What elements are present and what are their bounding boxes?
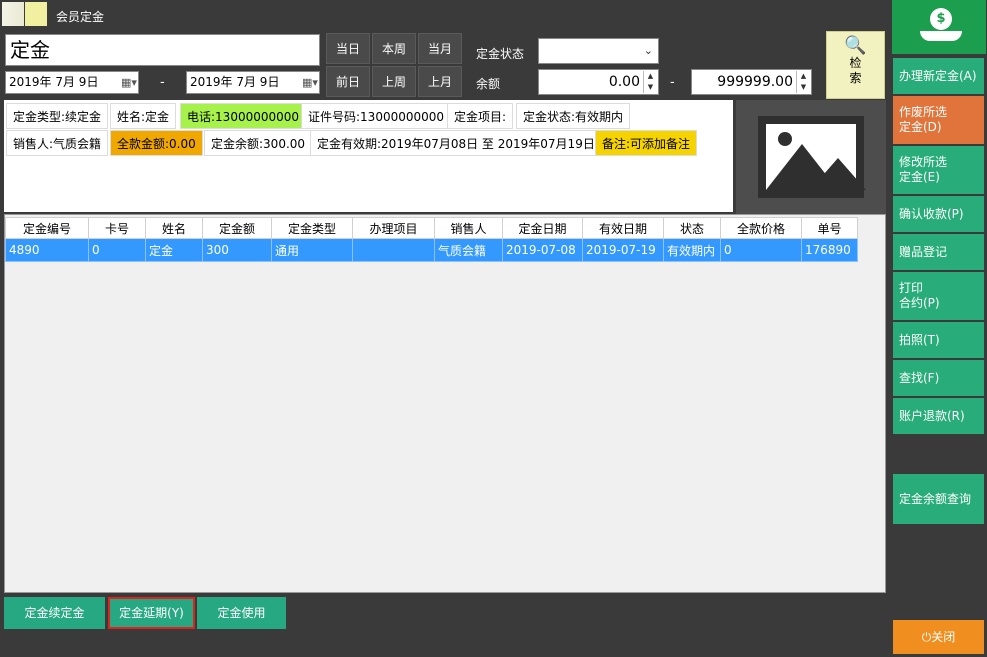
deposit-table: 定金编号 卡号 姓名 定金额 定金类型 办理项目 销售人 定金日期 有效日期 状…: [4, 214, 886, 593]
chevron-down-icon: ⌄: [643, 44, 653, 57]
table-cell: 通用: [271, 238, 353, 262]
gift-register-button[interactable]: 赠品登记: [893, 234, 984, 270]
info-deposit-status: 定金状态:有效期内: [516, 103, 631, 129]
table-cell: 176890: [801, 238, 858, 262]
take-photo-button[interactable]: 拍照(T): [893, 322, 984, 358]
column-header[interactable]: 状态: [663, 217, 721, 239]
column-header[interactable]: 定金日期: [502, 217, 583, 239]
table-cell: 气质会籍: [434, 238, 503, 262]
window-icon-accent: [25, 2, 47, 26]
table-cell: 0: [88, 238, 146, 262]
column-header[interactable]: 卡号: [88, 217, 146, 239]
balance-min-input[interactable]: 0.00 ▲ ▼: [538, 69, 659, 95]
column-header[interactable]: 全款价格: [720, 217, 802, 239]
this-month-button[interactable]: 当月: [418, 33, 462, 64]
table-cell: 4890: [5, 238, 89, 262]
close-button[interactable]: ⏻ 关闭: [893, 620, 984, 654]
balance-label: 余额: [476, 77, 501, 91]
image-placeholder-icon: [758, 116, 866, 198]
confirm-payment-button[interactable]: 确认收款(P): [893, 196, 984, 232]
close-button-label: 关闭: [931, 629, 956, 644]
balance-range-dash: -: [670, 75, 675, 90]
info-deposit-balance: 定金余额:300.00: [204, 130, 313, 156]
info-remark[interactable]: 备注:可添加备注: [595, 130, 698, 156]
info-deposit-item: 定金项目:: [447, 103, 514, 129]
date-from-picker[interactable]: 2019年 7月 9日 ▦▾: [5, 71, 139, 94]
last-week-button[interactable]: 上周: [372, 66, 416, 97]
info-deposit-type: 定金类型:续定金: [6, 103, 109, 129]
status-select[interactable]: ⌄: [538, 38, 659, 64]
column-header[interactable]: 单号: [801, 217, 858, 239]
table-row[interactable]: 4890 0 定金 300 通用 气质会籍 2019-07-08 2019-07…: [5, 238, 858, 262]
date-to-picker[interactable]: 2019年 7月 9日 ▦▾: [186, 71, 320, 94]
deposit-info-panel: 定金类型:续定金 姓名:定金 电话:13000000000 证件号码:13000…: [4, 100, 733, 212]
this-week-button[interactable]: 本周: [372, 33, 416, 64]
name-search-input[interactable]: 定金: [5, 34, 320, 66]
spinner-arrows-icon[interactable]: ▲ ▼: [796, 71, 810, 93]
magnifier-icon: 🔍: [844, 35, 867, 56]
status-label: 定金状态: [476, 47, 525, 61]
title-bar: 会员定金: [0, 0, 889, 30]
info-name: 姓名:定金: [110, 103, 177, 129]
table-cell: 有效期内: [663, 238, 721, 262]
info-valid-period: 定金有效期:2019年07月08日 至 2019年07月19日: [310, 130, 602, 156]
table-cell: 300: [202, 238, 272, 262]
renew-deposit-button[interactable]: 定金续定金: [4, 597, 105, 629]
today-button[interactable]: 当日: [326, 33, 370, 64]
column-header[interactable]: 定金编号: [5, 217, 89, 239]
money-bag-icon: $: [892, 0, 986, 54]
search-button-label: 检索: [849, 56, 862, 85]
table-cell: [352, 238, 435, 262]
find-button[interactable]: 查找(F): [893, 360, 984, 396]
info-salesperson: 销售人:气质会籍: [6, 130, 109, 156]
column-header[interactable]: 销售人: [434, 217, 503, 239]
table-cell: 2019-07-19: [582, 238, 664, 262]
deposit-window: 会员定金 定金 2019年 7月 9日 ▦▾ - 2019年 7月 9日 ▦▾ …: [0, 0, 987, 657]
balance-query-button[interactable]: 定金余额查询: [893, 474, 984, 524]
date-to-value: 2019年 7月 9日: [190, 75, 280, 89]
spinner-arrows-icon[interactable]: ▲ ▼: [643, 71, 657, 93]
column-header[interactable]: 定金额: [202, 217, 272, 239]
balance-max-value: 999999.00: [717, 74, 793, 90]
edit-deposit-button[interactable]: 修改所选 定金(E): [893, 146, 984, 194]
extend-deposit-button[interactable]: 定金延期(Y): [108, 597, 195, 629]
date-range-dash: -: [160, 75, 165, 90]
column-header[interactable]: 办理项目: [352, 217, 435, 239]
column-header[interactable]: 定金类型: [271, 217, 353, 239]
window-icon: [2, 2, 24, 26]
column-header[interactable]: 姓名: [145, 217, 203, 239]
date-from-value: 2019年 7月 9日: [9, 75, 99, 89]
void-deposit-button[interactable]: 作废所选 定金(D): [893, 96, 984, 144]
yesterday-button[interactable]: 前日: [326, 66, 370, 97]
last-month-button[interactable]: 上月: [418, 66, 462, 97]
action-sidebar: $ 办理新定金(A) 作废所选 定金(D) 修改所选 定金(E) 确认收款(P)…: [890, 0, 987, 657]
power-icon: ⏻: [921, 629, 932, 644]
use-deposit-button[interactable]: 定金使用: [197, 597, 286, 629]
window-title: 会员定金: [56, 10, 105, 24]
balance-min-value: 0.00: [608, 74, 640, 90]
account-refund-button[interactable]: 账户退款(R): [893, 398, 984, 434]
print-contract-button[interactable]: 打印 合约(P): [893, 272, 984, 320]
new-deposit-button[interactable]: 办理新定金(A): [893, 58, 984, 94]
balance-max-input[interactable]: 999999.00 ▲ ▼: [691, 69, 812, 95]
calendar-icon[interactable]: ▦▾: [121, 76, 137, 89]
table-cell: 定金: [145, 238, 203, 262]
search-button[interactable]: 🔍 检索: [826, 31, 885, 99]
member-photo[interactable]: [736, 100, 886, 214]
info-full-amount: 全款金额:0.00: [110, 130, 203, 156]
calendar-icon[interactable]: ▦▾: [302, 76, 318, 89]
info-id-number: 证件号码:13000000000: [301, 103, 452, 129]
table-cell: 2019-07-08: [502, 238, 583, 262]
table-header-row: 定金编号 卡号 姓名 定金额 定金类型 办理项目 销售人 定金日期 有效日期 状…: [5, 217, 858, 239]
info-phone: 电话:13000000000: [180, 103, 307, 129]
column-header[interactable]: 有效日期: [582, 217, 664, 239]
table-cell: 0: [720, 238, 802, 262]
